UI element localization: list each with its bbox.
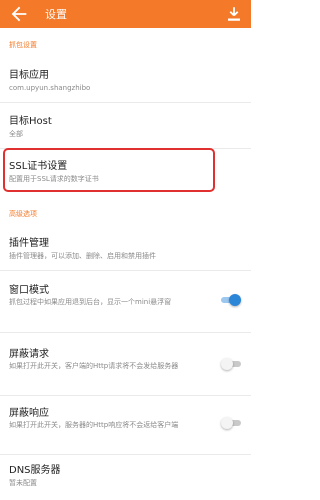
block-request-toggle[interactable] [221, 358, 241, 370]
toggle-knob [221, 417, 233, 429]
setting-subtitle: 如果打开此开关，客户端的Http请求将不会发给服务器 [9, 362, 179, 370]
divider [0, 395, 251, 396]
setting-block-request[interactable]: 屏蔽请求 如果打开此开关，客户端的Http请求将不会发给服务器 [0, 337, 251, 393]
setting-plugins[interactable]: 插件管理 插件管理器，可以添加、删除、启用和禁用插件 [0, 228, 251, 268]
setting-title: DNS服务器 [9, 465, 61, 476]
download-icon[interactable] [225, 4, 243, 24]
divider [0, 332, 251, 333]
setting-target-app[interactable]: 目标应用 com.upyun.shangzhibo [0, 58, 251, 98]
setting-title: 目标应用 [9, 70, 49, 81]
setting-title: 屏蔽请求 [9, 349, 49, 360]
section-header-capture: 抓包设置 [9, 41, 37, 49]
setting-target-host[interactable]: 目标Host 全部 [0, 104, 251, 144]
toggle-knob [221, 358, 233, 370]
window-mode-toggle[interactable] [221, 294, 241, 306]
divider [0, 454, 251, 455]
setting-title: 目标Host [9, 116, 52, 127]
setting-subtitle: com.upyun.shangzhibo [9, 84, 91, 92]
back-arrow-icon[interactable] [8, 3, 30, 25]
block-response-toggle[interactable] [221, 417, 241, 429]
setting-subtitle: 插件管理器，可以添加、删除、启用和禁用插件 [9, 252, 156, 260]
divider [0, 270, 251, 271]
setting-title: 窗口模式 [9, 285, 49, 296]
setting-title: 插件管理 [9, 238, 49, 249]
setting-subtitle: 抓包过程中如果应用退到后台，显示一个mini悬浮窗 [9, 298, 172, 306]
divider [0, 102, 251, 103]
highlight-box [3, 148, 215, 192]
setting-subtitle: 暂未配置 [9, 479, 37, 487]
setting-window-mode[interactable]: 窗口模式 抓包过程中如果应用退到后台，显示一个mini悬浮窗 [0, 273, 251, 329]
setting-subtitle: 全部 [9, 130, 23, 138]
app-bar: 设置 [0, 0, 251, 28]
toggle-knob [229, 294, 241, 306]
setting-block-response[interactable]: 屏蔽响应 如果打开此开关，服务器的Http响应将不会返给客户端 [0, 398, 251, 454]
setting-title: 屏蔽响应 [9, 408, 49, 419]
setting-dns-server[interactable]: DNS服务器 暂未配置 [0, 456, 251, 498]
page-title: 设置 [45, 8, 67, 21]
setting-subtitle: 如果打开此开关，服务器的Http响应将不会返给客户端 [9, 421, 179, 429]
section-header-advanced: 高级选项 [9, 210, 37, 218]
